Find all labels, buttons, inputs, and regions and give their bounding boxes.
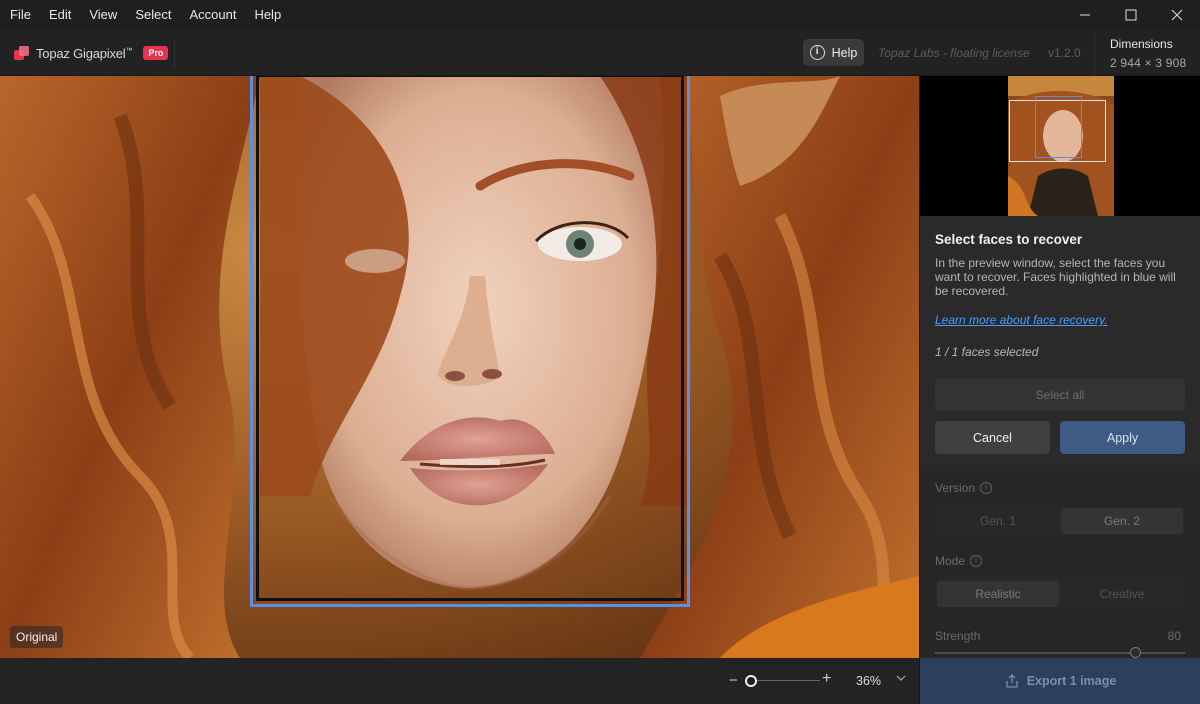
brand: Topaz Gigapixel™ Pro — [14, 30, 169, 76]
menu-select[interactable]: Select — [126, 0, 180, 30]
mode-creative[interactable]: Creative — [1061, 581, 1183, 607]
dimensions-panel: Dimensions 2 944 × 3 908 — [1094, 30, 1200, 76]
apply-button[interactable]: Apply — [1060, 421, 1185, 454]
face-selection-box[interactable] — [250, 76, 690, 607]
original-label: Original — [10, 626, 64, 648]
bottom-bar: − + 36% — [0, 658, 919, 704]
menu-edit[interactable]: Edit — [40, 0, 80, 30]
preview-canvas[interactable]: Original — [0, 76, 919, 658]
chevron-down-icon[interactable] — [895, 672, 907, 684]
navigator-face-box — [1035, 96, 1082, 158]
dimensions-label: Dimensions — [1110, 37, 1173, 51]
menu-file[interactable]: File — [0, 0, 40, 30]
zoom-in-icon[interactable]: + — [822, 670, 831, 688]
face-recovery-description: In the preview window, select the faces … — [935, 256, 1176, 298]
cancel-button[interactable]: Cancel — [935, 421, 1050, 454]
header-divider — [174, 38, 175, 68]
app-header: Topaz Gigapixel™ Pro i Help Topaz Labs -… — [0, 30, 1200, 76]
strength-slider-thumb[interactable] — [1130, 647, 1141, 658]
help-button[interactable]: i Help — [803, 39, 864, 66]
pro-badge: Pro — [143, 46, 169, 60]
version-selector: Gen. 1 Gen. 2 — [935, 506, 1185, 536]
close-button[interactable] — [1154, 0, 1200, 30]
navigator[interactable] — [920, 76, 1200, 216]
dimensions-value: 2 944 × 3 908 — [1110, 56, 1187, 70]
window-controls — [1062, 0, 1200, 30]
mode-label: Mode i — [935, 554, 983, 568]
menu-view[interactable]: View — [80, 0, 126, 30]
help-label: Help — [831, 45, 858, 60]
version-gen2[interactable]: Gen. 2 — [1061, 508, 1183, 534]
menu-account[interactable]: Account — [180, 0, 245, 30]
license-text: Topaz Labs - floating license — [878, 46, 1030, 60]
strength-label: Strength — [935, 629, 981, 643]
strength-slider[interactable] — [935, 652, 1185, 654]
export-button[interactable]: Export 1 image — [920, 658, 1200, 704]
close-icon — [1171, 9, 1183, 21]
maximize-icon — [1125, 9, 1137, 21]
version-text: v1.2.0 — [1048, 46, 1081, 60]
strength-value: 80 — [1167, 629, 1181, 643]
info-icon: i — [809, 45, 825, 60]
info-icon[interactable]: i — [980, 482, 993, 494]
face-recovery-panel: Select faces to recover In the preview w… — [920, 216, 1200, 471]
face-recovery-title: Select faces to recover — [935, 232, 1083, 247]
zoom-out-icon[interactable]: − — [729, 672, 738, 689]
minimize-icon — [1080, 14, 1090, 16]
zoom-value[interactable]: 36% — [856, 674, 881, 688]
faces-selected-count: 1 / 1 faces selected — [935, 345, 1039, 359]
version-gen1[interactable]: Gen. 1 — [937, 508, 1059, 534]
minimize-button[interactable] — [1062, 0, 1108, 30]
topaz-logo-icon — [14, 45, 29, 61]
right-panel: Select faces to recover In the preview w… — [919, 76, 1200, 704]
menu-bar: File Edit View Select Account Help — [0, 0, 1200, 30]
maximize-button[interactable] — [1108, 0, 1154, 30]
export-icon — [1006, 674, 1018, 688]
select-all-button[interactable]: Select all — [935, 379, 1185, 411]
menu-help[interactable]: Help — [245, 0, 290, 30]
zoom-slider-thumb[interactable] — [745, 675, 757, 687]
face-settings: Version i Gen. 1 Gen. 2 Mode i Realistic C… — [920, 471, 1200, 658]
info-icon[interactable]: i — [970, 555, 983, 567]
export-label: Export 1 image — [1026, 674, 1117, 688]
mode-selector: Realistic Creative — [935, 579, 1185, 609]
learn-more-link[interactable]: Learn more about face recovery. — [935, 313, 1108, 327]
app-name: Topaz Gigapixel™ — [36, 45, 133, 61]
mode-realistic[interactable]: Realistic — [937, 581, 1059, 607]
version-label: Version i — [935, 481, 993, 495]
